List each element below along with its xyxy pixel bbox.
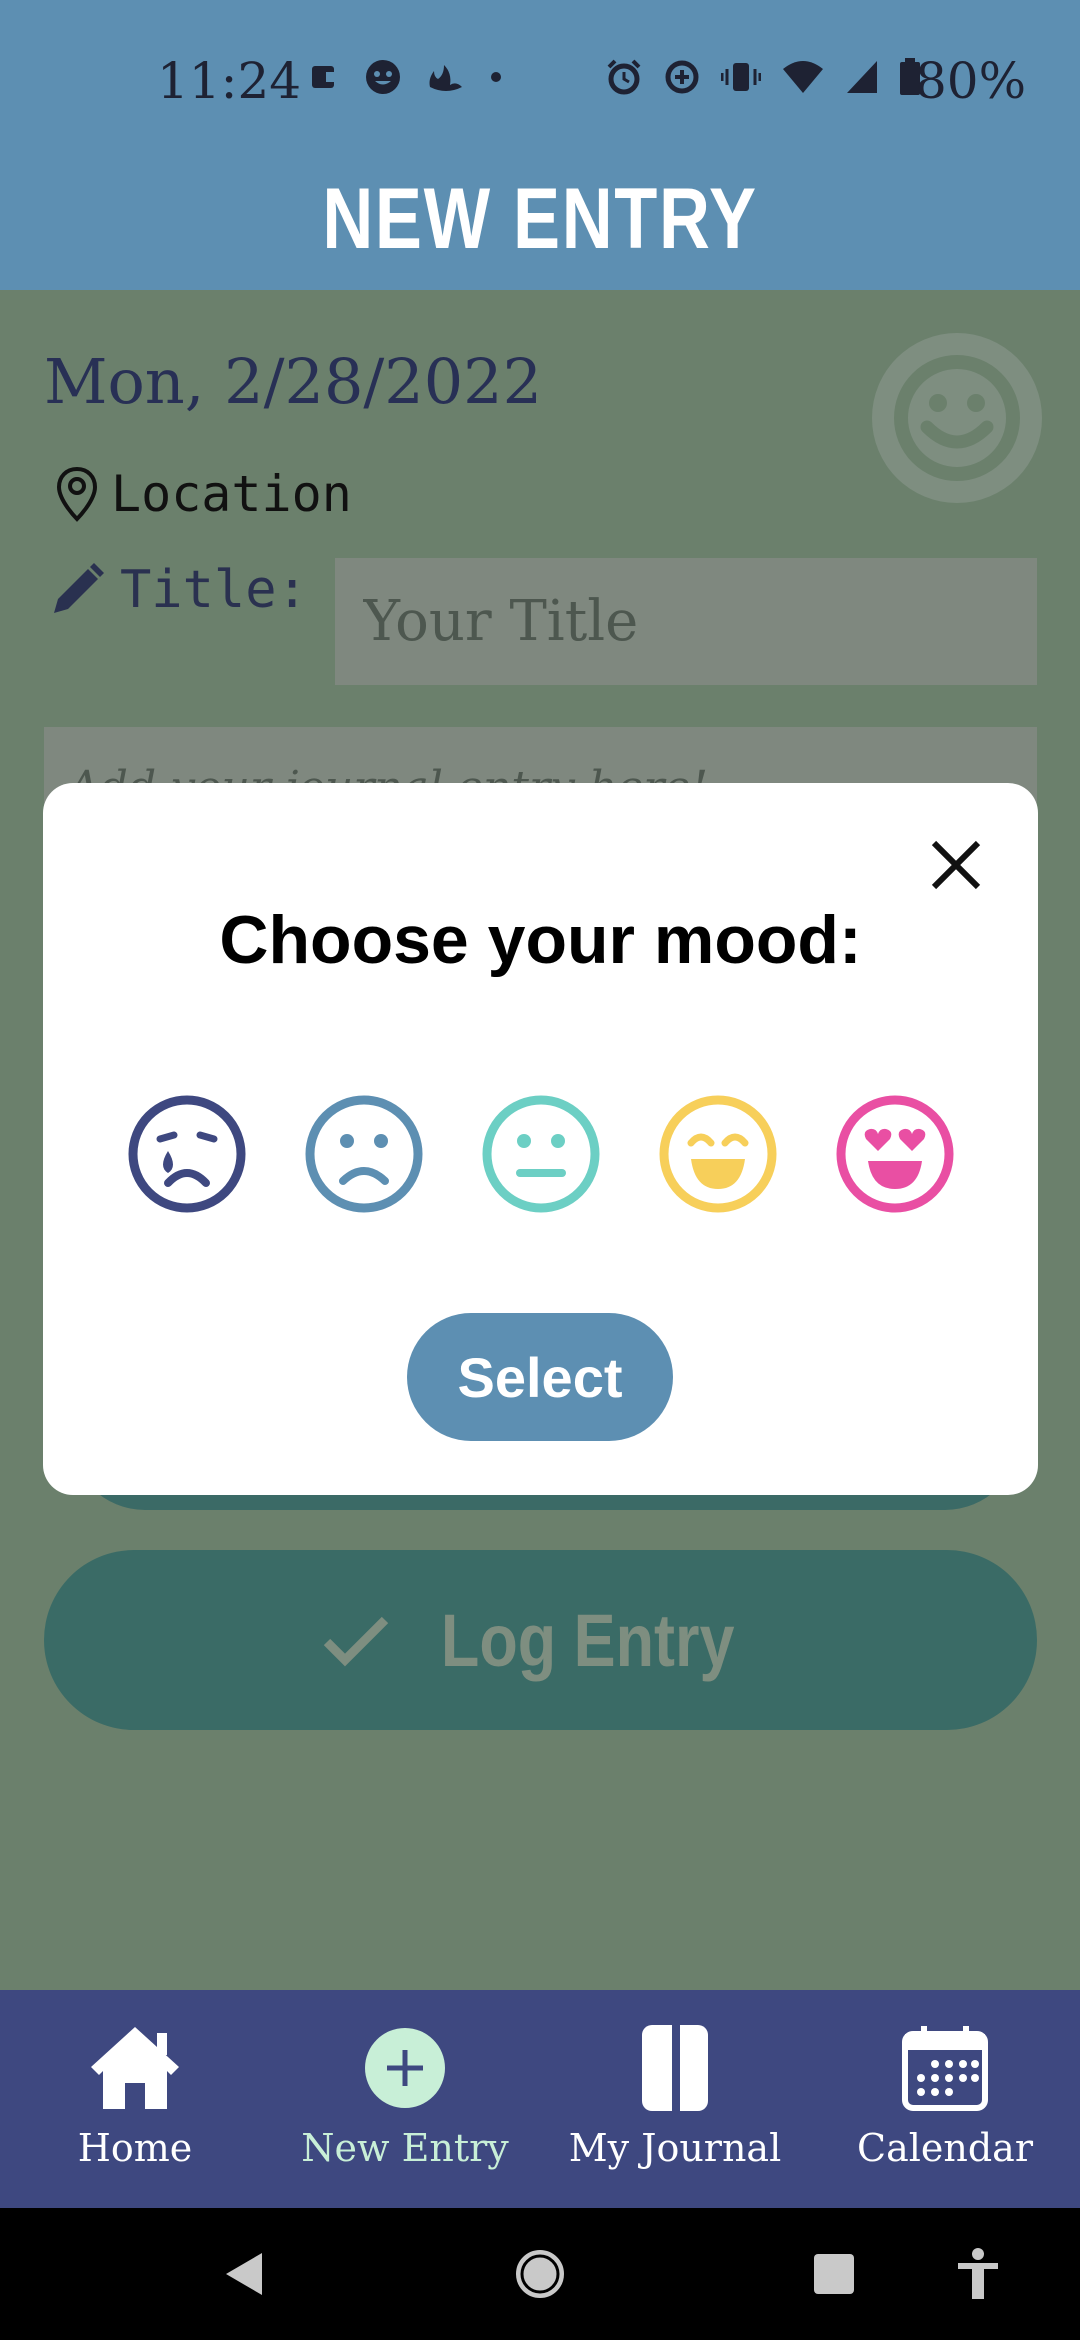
mood-options [126,1093,956,1215]
signal-icon [847,61,877,93]
title-input[interactable] [335,558,1037,685]
home-circle-icon [516,2250,564,2298]
nav-item-home[interactable]: Home [0,1990,270,2208]
back-icon [226,2253,262,2295]
mood-button[interactable] [872,333,1042,503]
location-pin-icon [56,466,98,522]
nav-label-calendar: Calendar [857,2126,1033,2170]
wifi-icon [783,61,823,93]
mood-modal: Choose your mood: Select [43,783,1038,1495]
title-label: Title: [120,560,308,620]
dot-icon [491,72,501,82]
location-label: Location [111,465,352,523]
modal-title: Choose your mood: [219,902,862,978]
home-icon [91,2027,179,2109]
recents-button[interactable] [812,2208,856,2340]
accessibility-button[interactable] [956,2208,1000,2340]
close-button[interactable] [926,835,986,895]
notification-icons [310,58,502,96]
location-field[interactable]: Location [55,465,352,523]
select-button[interactable]: Select [407,1313,673,1441]
nav-label-my-journal: My Journal [568,2126,782,2170]
top-bar: 11:24 80% NEW ENTRY [0,0,1080,290]
recents-icon [814,2254,854,2294]
title-label-row: Title: [48,560,308,620]
log-entry-label: Log Entry [440,1598,735,1682]
flame-icon [429,65,462,91]
status-bar: 11:24 80% [0,0,1080,165]
emoji-icon [366,60,400,94]
system-nav-bar [0,2208,1080,2340]
nav-item-my-journal[interactable]: My Journal [540,1990,810,2208]
bottom-nav: Home New Entry My Journal Calendar [0,1990,1080,2208]
wallet-icon [312,66,336,88]
status-time: 11:24 [157,52,302,110]
system-icons [605,58,921,96]
entry-date[interactable]: Mon, 2/28/2022 [44,345,542,418]
sad-face-icon[interactable] [303,1093,425,1215]
page-title: NEW ENTRY [322,171,758,267]
back-button[interactable] [222,2208,266,2340]
home-system-button[interactable] [514,2208,566,2340]
nav-label-home: Home [77,2126,193,2170]
heart-eyes-face-icon[interactable] [834,1093,956,1215]
neutral-face-icon[interactable] [480,1093,602,1215]
checkmark-icon [323,1616,389,1667]
crying-face-icon[interactable] [126,1093,248,1215]
nav-item-new-entry[interactable]: New Entry [270,1990,540,2208]
log-entry-button[interactable]: Log Entry [44,1550,1037,1730]
plus-circle-icon [365,2028,445,2108]
calendar-icon [902,2026,988,2111]
journal-icon [642,2025,708,2111]
battery-percent: 80% [915,52,1027,110]
nav-label-new-entry: New Entry [301,2126,509,2170]
vibrate-icon [721,63,761,91]
accessibility-icon [958,2248,998,2299]
smiling-face-icon[interactable] [657,1093,779,1215]
pencil-icon [54,563,104,613]
nav-item-calendar[interactable]: Calendar [810,1990,1080,2208]
smiley-icon [894,355,1020,481]
close-icon [931,840,981,890]
data-saver-icon [665,60,699,94]
alarm-icon [607,59,641,95]
